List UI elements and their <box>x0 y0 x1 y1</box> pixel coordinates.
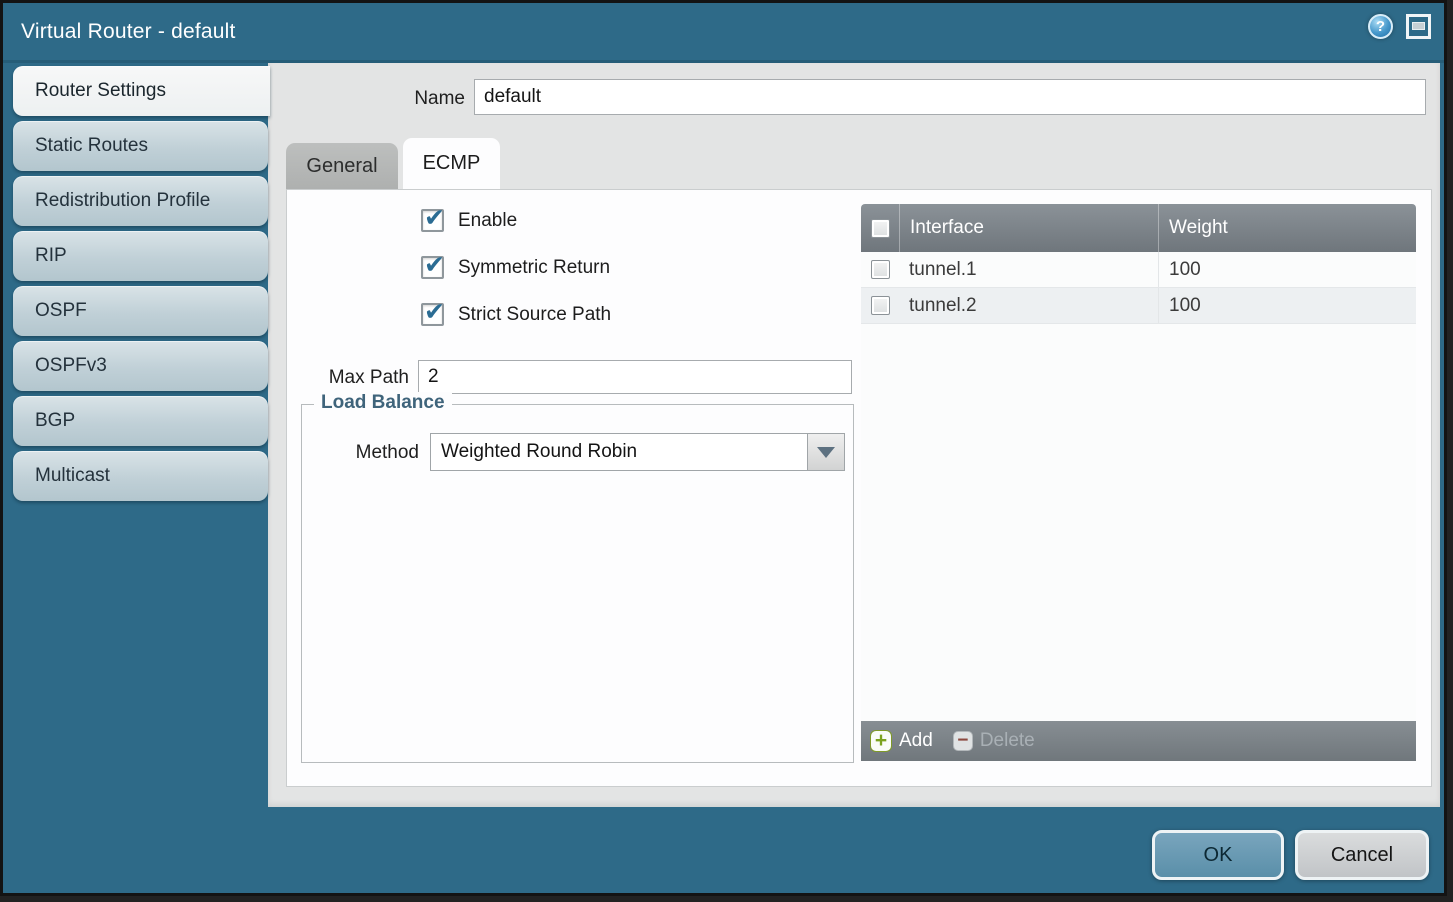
column-header-interface[interactable]: Interface <box>899 204 1158 252</box>
strict-source-path-checkbox[interactable]: ✔ <box>421 303 444 326</box>
minus-icon: − <box>953 731 973 751</box>
name-input[interactable] <box>474 79 1426 115</box>
add-button[interactable]: + Add <box>870 730 933 752</box>
virtual-router-dialog: Virtual Router - default ? Router Settin… <box>0 0 1447 896</box>
select-all-checkbox[interactable] <box>871 219 890 238</box>
table-row[interactable]: tunnel.2 100 <box>861 288 1416 324</box>
cancel-button[interactable]: Cancel <box>1295 830 1429 880</box>
checkmark-icon: ✔ <box>424 250 445 279</box>
header-checkbox-cell <box>861 219 899 238</box>
sidebar-item-router-settings[interactable]: Router Settings <box>13 66 270 116</box>
strict-source-path-row: ✔ Strict Source Path <box>421 303 611 326</box>
cell-interface: tunnel.2 <box>899 295 1158 317</box>
help-icon[interactable]: ? <box>1368 14 1393 39</box>
add-button-label: Add <box>899 730 933 752</box>
delete-button-label: Delete <box>980 730 1035 752</box>
table-toolbar: + Add − Delete <box>861 721 1416 761</box>
name-label: Name <box>363 88 465 110</box>
plus-icon: + <box>870 730 892 752</box>
max-path-input[interactable] <box>418 360 852 394</box>
dialog-title: Virtual Router - default <box>21 3 236 60</box>
row-checkbox-cell <box>861 296 899 315</box>
sidebar-item-bgp[interactable]: BGP <box>13 396 268 446</box>
method-dropdown[interactable]: Weighted Round Robin <box>430 433 845 471</box>
enable-row: ✔ Enable <box>421 209 517 232</box>
chevron-down-icon <box>817 447 835 458</box>
load-balance-legend: Load Balance <box>314 392 452 414</box>
enable-checkbox[interactable]: ✔ <box>421 209 444 232</box>
sidebar-item-rip[interactable]: RIP <box>13 231 268 281</box>
row-checkbox-cell <box>861 260 899 279</box>
symmetric-return-label: Symmetric Return <box>458 257 610 279</box>
checkmark-icon: ✔ <box>424 203 445 232</box>
interface-table: Interface Weight tunnel.1 100 tunnel.2 1… <box>861 204 1416 761</box>
sidebar-item-redistribution-profile[interactable]: Redistribution Profile <box>13 176 268 226</box>
sidebar-item-static-routes[interactable]: Static Routes <box>13 121 268 171</box>
titlebar-icons: ? <box>1368 14 1431 39</box>
symmetric-return-row: ✔ Symmetric Return <box>421 256 610 279</box>
content-panel: Name General ECMP ✔ Enable ✔ Symmetric R… <box>268 63 1440 807</box>
symmetric-return-checkbox[interactable]: ✔ <box>421 256 444 279</box>
maximize-icon-inner <box>1412 22 1425 30</box>
tab-general[interactable]: General <box>286 143 398 189</box>
sidebar-item-ospfv3[interactable]: OSPFv3 <box>13 341 268 391</box>
enable-label: Enable <box>458 210 517 232</box>
sidebar-item-ospf[interactable]: OSPF <box>13 286 268 336</box>
table-row[interactable]: tunnel.1 100 <box>861 252 1416 288</box>
cell-interface: tunnel.1 <box>899 259 1158 281</box>
checkmark-icon: ✔ <box>424 297 445 326</box>
table-empty-area <box>861 324 1416 721</box>
column-header-weight[interactable]: Weight <box>1158 204 1416 252</box>
strict-source-path-label: Strict Source Path <box>458 304 611 326</box>
maximize-icon[interactable] <box>1406 14 1431 39</box>
method-selected-value: Weighted Round Robin <box>431 434 807 470</box>
ecmp-tab-panel: ✔ Enable ✔ Symmetric Return ✔ Strict Sou… <box>286 189 1432 787</box>
row-checkbox[interactable] <box>871 260 890 279</box>
sidebar: Router Settings Static Routes Redistribu… <box>13 66 268 506</box>
delete-button[interactable]: − Delete <box>953 730 1035 752</box>
cell-weight: 100 <box>1158 252 1416 287</box>
dialog-titlebar: Virtual Router - default ? <box>3 3 1444 63</box>
cell-weight: 100 <box>1158 288 1416 323</box>
row-checkbox[interactable] <box>871 296 890 315</box>
ok-button[interactable]: OK <box>1152 830 1284 880</box>
sidebar-item-multicast[interactable]: Multicast <box>13 451 268 501</box>
max-path-label: Max Path <box>307 367 409 389</box>
method-label: Method <box>317 442 419 464</box>
table-header: Interface Weight <box>861 204 1416 252</box>
method-dropdown-button[interactable] <box>807 434 844 470</box>
tab-ecmp[interactable]: ECMP <box>403 138 500 189</box>
